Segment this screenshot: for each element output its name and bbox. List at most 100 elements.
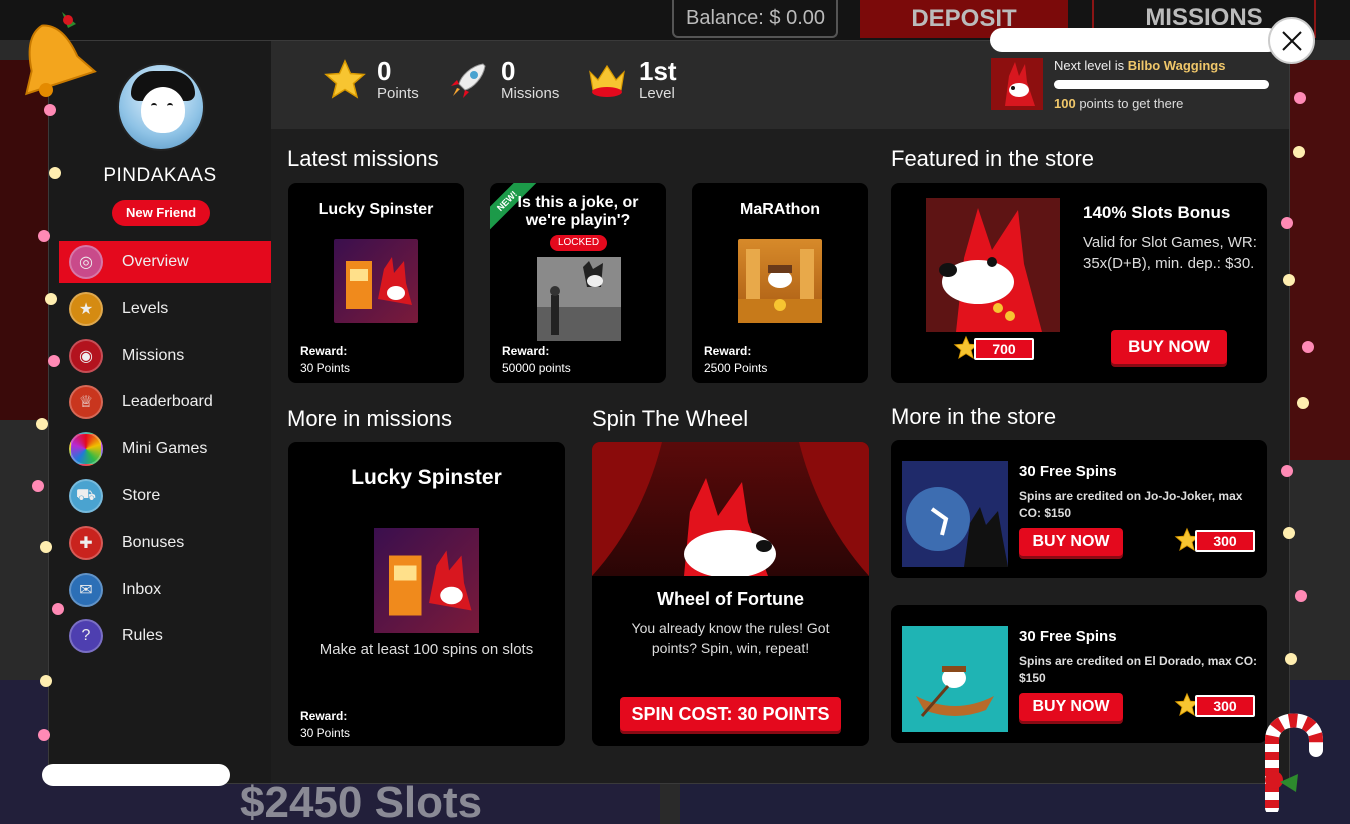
price-tag: 700	[974, 338, 1034, 360]
next-level-progress-bar	[1054, 80, 1269, 89]
featured-store-image	[926, 198, 1060, 332]
light-bulb	[1297, 397, 1309, 409]
sidebar-item-missions[interactable]: ◉ Missions	[59, 335, 271, 377]
buy-now-button[interactable]: BUY NOW	[1019, 693, 1123, 721]
buy-now-button[interactable]: BUY NOW	[1019, 528, 1123, 556]
next-level-points-text: 100 points to get there	[1054, 96, 1183, 111]
points-label: Points	[377, 85, 419, 102]
wheel-banner-image	[592, 442, 869, 576]
light-bulb	[32, 480, 44, 492]
rules-icon: ?	[69, 619, 103, 654]
wheel-description: You already know the rules! Got points? …	[631, 620, 830, 656]
close-icon	[1281, 30, 1302, 51]
sidebar-item-label: Mini Games	[122, 440, 208, 458]
background-promo-text: $2450 Slots	[240, 778, 483, 824]
mission-title: Lucky Spinster	[351, 466, 502, 489]
store-item-card: 30 Free Spins Spins are credited on El D…	[891, 605, 1267, 743]
reward-value: 30 Points	[300, 726, 351, 740]
light-bulb	[52, 603, 64, 615]
status-badge: New Friend	[112, 200, 210, 226]
light-bulb	[1283, 274, 1295, 286]
light-bulb	[40, 675, 52, 687]
sidebar-item-leaderboard[interactable]: ♕ Leaderboard	[59, 381, 271, 423]
sidebar-item-rules[interactable]: ? Rules	[59, 615, 271, 657]
close-button[interactable]	[1268, 17, 1315, 64]
background-balance: Balance: $ 0.00	[672, 0, 838, 38]
mission-title: MaRAthon	[740, 201, 820, 218]
light-bulb	[1283, 527, 1295, 539]
next-level-name: Bilbo Waggings	[1127, 58, 1226, 73]
light-bulb	[1294, 92, 1306, 104]
store-item-description: Spins are credited on Jo-Jo-Joker, max C…	[1019, 489, 1243, 520]
reward-label: Reward:	[704, 344, 752, 358]
light-bulb	[45, 293, 57, 305]
next-level-suffix: points to get there	[1075, 96, 1184, 111]
levels-icon: ★	[69, 291, 103, 326]
mission-image	[738, 239, 822, 323]
featured-item-description: Valid for Slot Games, WR: 35x(D+B), min.…	[1083, 234, 1257, 272]
reward-value: 50000 points	[502, 361, 571, 375]
light-bulb	[1281, 217, 1293, 229]
light-bulb	[48, 355, 60, 367]
reward-label: Reward:	[300, 709, 348, 723]
mission-card[interactable]: NEW! Is this a joke, or we're playin'? L…	[490, 183, 666, 383]
leaderboard-icon: ♕	[69, 385, 103, 420]
buy-now-button[interactable]: BUY NOW	[1111, 330, 1227, 364]
light-bulb	[1293, 146, 1305, 158]
next-level-text: Next level is Bilbo Waggings	[1054, 58, 1225, 73]
avatar	[117, 63, 205, 151]
sidebar-item-levels[interactable]: ★ Levels	[59, 288, 271, 330]
inbox-icon: ✉	[69, 572, 103, 607]
light-bulb	[44, 104, 56, 116]
mission-card[interactable]: Lucky Spinster Reward: 30 Points	[288, 183, 464, 383]
reward-label: Reward:	[502, 344, 550, 358]
sidebar-item-mini-games[interactable]: Mini Games	[59, 428, 271, 470]
light-bulb	[1281, 465, 1293, 477]
reward-value: 2500 Points	[704, 361, 768, 375]
mission-title: Lucky Spinster	[318, 201, 434, 218]
mission-image	[537, 257, 621, 341]
next-level-prefix: Next level is	[1054, 58, 1128, 73]
level-value: 1st	[639, 56, 677, 86]
light-bulb	[49, 167, 61, 179]
wheel-card-title: Wheel of Fortune	[657, 589, 804, 609]
sidebar-item-bonuses[interactable]: ✚ Bonuses	[59, 522, 271, 564]
mission-card[interactable]: MaRAthon Reward: 2500 Points	[692, 183, 868, 383]
sidebar-item-label: Levels	[122, 299, 169, 317]
price-tag: 300	[1195, 530, 1255, 552]
stats-header: 0 Points 0 Missions 1st Level Next level…	[271, 41, 1289, 129]
latest-missions-title: Latest missions	[287, 146, 439, 171]
more-store-title: More in the store	[891, 404, 1057, 429]
mission-card-large[interactable]: Lucky Spinster Make at least 100 spins o…	[288, 442, 565, 746]
light-bulb	[38, 230, 50, 242]
sidebar-item-overview[interactable]: ◎ Overview	[59, 241, 271, 283]
level-label: Level	[639, 85, 675, 102]
next-level-points: 100	[1054, 96, 1076, 111]
sidebar: PINDAKAAS New Friend ◎ Overview ★ Levels…	[49, 41, 271, 783]
light-bulb	[1295, 590, 1307, 602]
more-missions-title: More in missions	[287, 406, 453, 431]
missions-stat: 0 Missions	[447, 57, 559, 102]
mission-image	[334, 239, 418, 323]
star-icon	[324, 58, 366, 99]
spin-wheel-card: Wheel of Fortune You already know the ru…	[592, 442, 869, 746]
sidebar-item-inbox[interactable]: ✉ Inbox	[59, 569, 271, 611]
snow-decoration	[42, 764, 230, 786]
price-tag: 300	[1195, 695, 1255, 717]
missions-icon: ◉	[69, 338, 103, 373]
sidebar-item-store[interactable]: ⛟ Store	[59, 475, 271, 517]
username: PINDAKAAS	[103, 165, 217, 186]
loyalty-modal: PINDAKAAS New Friend ◎ Overview ★ Levels…	[48, 40, 1290, 784]
cart-icon: ⛟	[69, 478, 103, 513]
light-bulb	[1302, 341, 1314, 353]
candy-cane-icon	[1265, 713, 1323, 812]
sidebar-nav: ◎ Overview ★ Levels ◉ Missions ♕ Leaderb…	[59, 241, 271, 662]
missions-value: 0	[501, 56, 516, 86]
light-bulb	[38, 729, 50, 741]
mission-description: Make at least 100 spins on slots	[319, 641, 534, 658]
store-item-title: 30 Free Spins	[1019, 628, 1117, 645]
avatar-face	[141, 87, 185, 133]
points-stat: 0 Points	[323, 57, 419, 102]
spin-button[interactable]: SPIN COST: 30 POINTS	[620, 697, 841, 731]
store-item-image	[902, 461, 1008, 567]
